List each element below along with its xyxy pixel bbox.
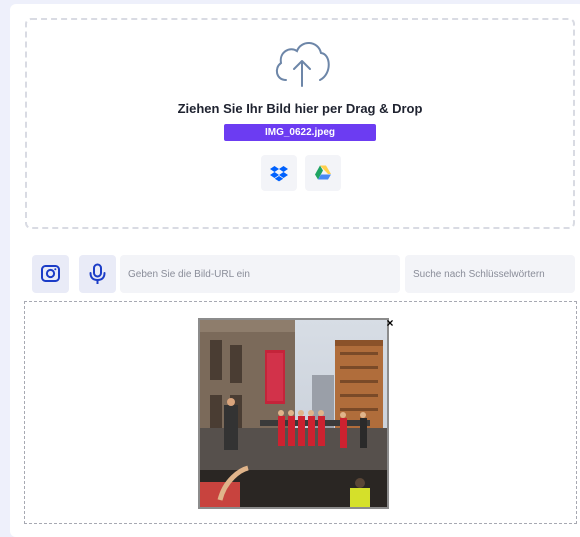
uploaded-image-thumbnail bbox=[198, 318, 389, 509]
google-drive-icon bbox=[315, 165, 331, 180]
microphone-icon bbox=[89, 263, 106, 284]
cloud-upload-icon bbox=[275, 42, 330, 87]
dropbox-icon bbox=[270, 166, 288, 182]
remove-image-button[interactable]: × bbox=[384, 317, 396, 329]
google-drive-button[interactable] bbox=[305, 155, 341, 191]
camera-button[interactable] bbox=[32, 255, 69, 293]
microphone-button[interactable] bbox=[79, 255, 116, 293]
dropbox-button[interactable] bbox=[261, 155, 297, 191]
keyword-search-input[interactable] bbox=[405, 255, 575, 293]
image-url-input[interactable] bbox=[120, 255, 400, 293]
stadium-celebration-photo bbox=[200, 320, 387, 507]
camera-icon bbox=[41, 265, 60, 282]
drop-title: Ziehen Sie Ihr Bild hier per Drag & Drop bbox=[177, 101, 423, 116]
selected-file-badge: IMG_0622.jpeg bbox=[224, 124, 376, 141]
